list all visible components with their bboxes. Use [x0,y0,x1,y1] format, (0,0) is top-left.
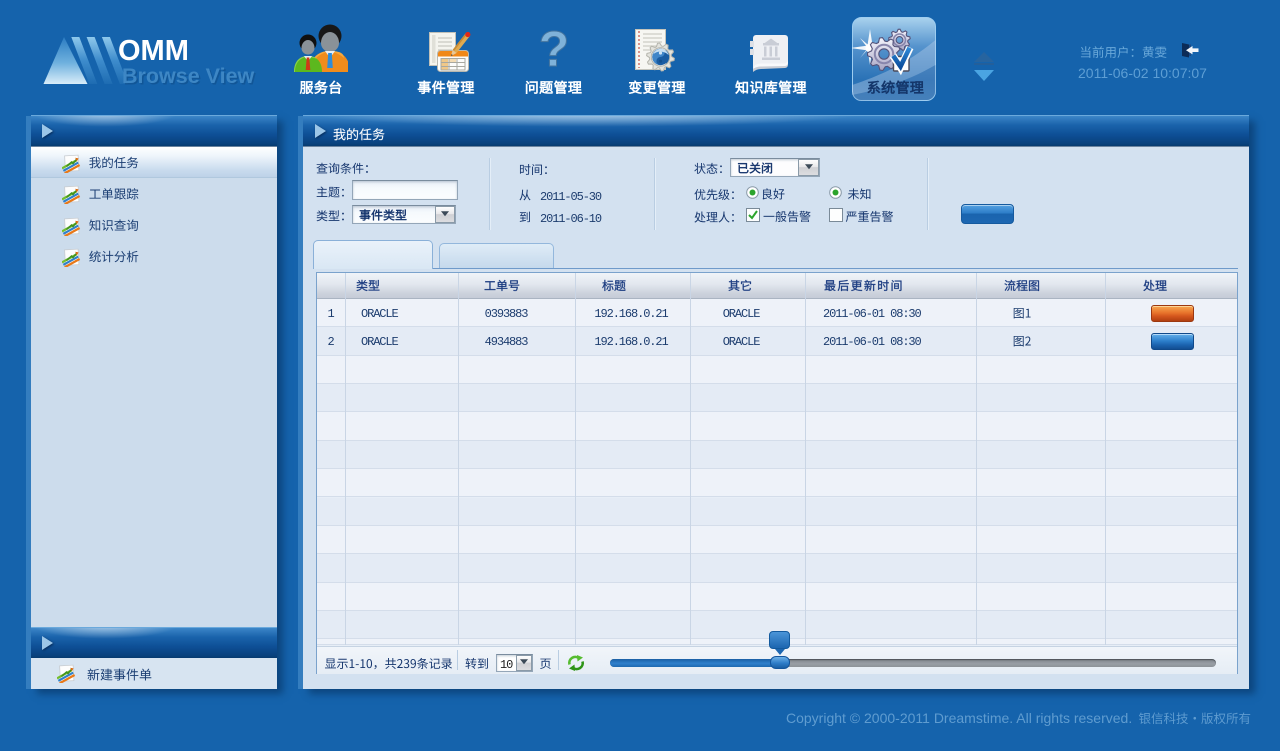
svg-text:OMM: OMM [118,35,189,67]
svg-text:Browse View: Browse View [122,64,255,88]
svg-text:?: ? [539,25,570,75]
